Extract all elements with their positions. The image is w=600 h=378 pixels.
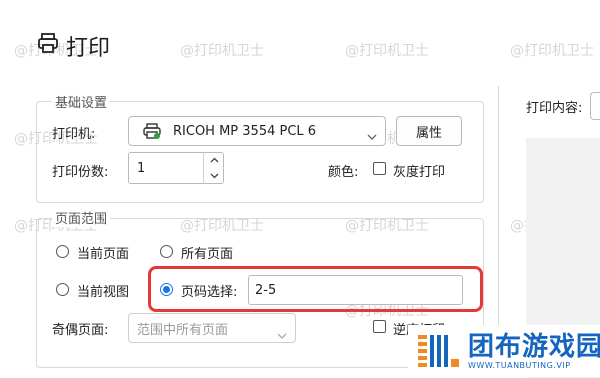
copies-value: 1 (137, 160, 146, 176)
dialog-title: 打印 (36, 30, 110, 62)
brand-name: 团布游戏园 (468, 331, 600, 362)
current-page-label: 当前页面 (77, 247, 130, 262)
page-range-legend: 页面范围 (52, 208, 111, 227)
copies-stepper[interactable] (203, 152, 225, 184)
odd-even-label: 奇偶页面: (52, 323, 109, 338)
printer-icon (36, 31, 60, 61)
chevron-down-icon (277, 325, 287, 344)
highlight-box (148, 266, 483, 312)
radio-current-page[interactable] (56, 245, 69, 258)
brand-logo-icon (416, 331, 462, 371)
brand-url: WWW.TUANBUTING.VIP (468, 360, 571, 370)
print-content-select[interactable] (590, 92, 600, 120)
odd-even-select[interactable]: 范围中所有页面 (128, 313, 296, 343)
watermark: @打印机卫士 (510, 43, 594, 59)
printer-select[interactable]: RICOH MP 3554 PCL 6 (128, 116, 386, 146)
print-content-label: 打印内容: (526, 101, 583, 116)
grayscale-label: 灰度打印 (393, 165, 446, 180)
printer-select-value: RICOH MP 3554 PCL 6 (173, 123, 317, 139)
brand-logo: 团布游戏园 WWW.TUANBUTING.VIP (408, 325, 600, 377)
printer-green-icon (143, 123, 161, 139)
odd-even-value: 范围中所有页面 (137, 322, 229, 338)
watermark: @打印机卫士 (345, 43, 429, 59)
radio-all-pages[interactable] (160, 245, 173, 258)
basic-settings-legend: 基础设置 (52, 92, 111, 111)
all-pages-label: 所有页面 (181, 247, 234, 262)
watermark: @打印机卫士 (180, 43, 264, 59)
radio-current-view[interactable] (56, 283, 69, 296)
grayscale-checkbox[interactable] (373, 162, 386, 175)
dialog-title-text: 打印 (66, 36, 111, 61)
properties-button[interactable]: 属性 (396, 116, 462, 146)
printer-label: 打印机: (52, 127, 96, 142)
chevron-down-icon (367, 126, 377, 145)
color-label: 颜色: (328, 165, 359, 180)
current-view-label: 当前视图 (77, 285, 130, 300)
copies-label: 打印份数: (52, 165, 109, 180)
reverse-print-checkbox[interactable] (373, 320, 386, 333)
